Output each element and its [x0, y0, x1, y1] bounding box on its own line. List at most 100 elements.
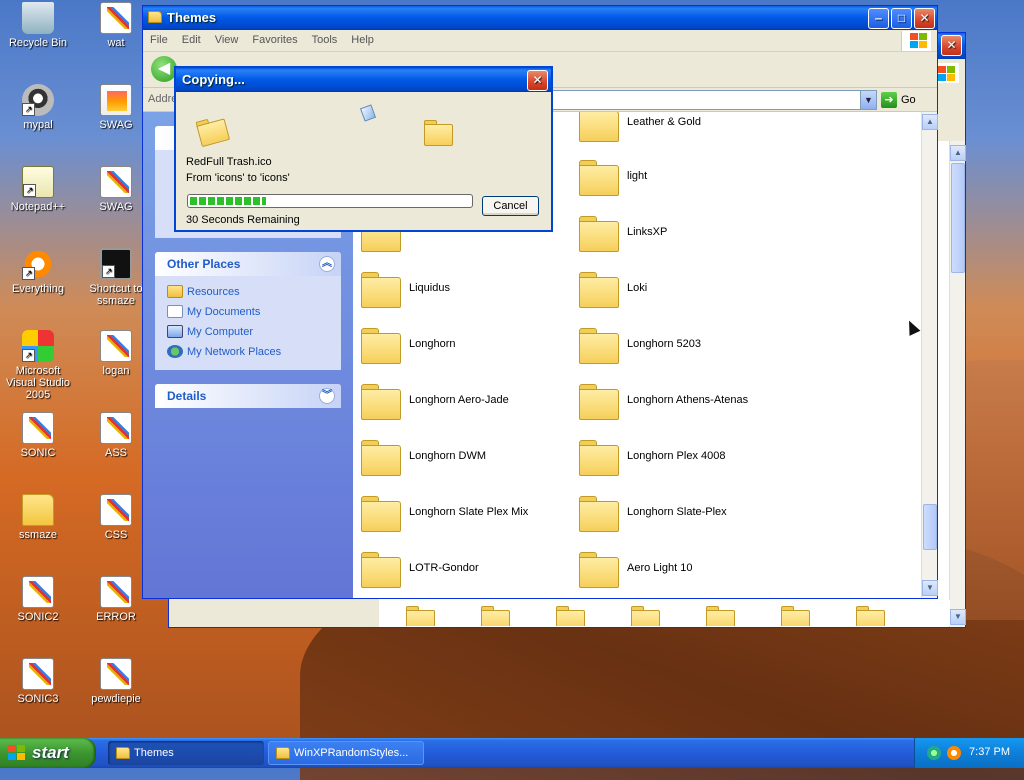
other-place-network[interactable]: My Network Places	[165, 342, 331, 362]
folder-icon[interactable]	[631, 606, 660, 626]
folder-icon[interactable]	[706, 606, 735, 626]
scroll-thumb[interactable]	[923, 504, 937, 550]
copying-dialog-titlebar[interactable]: Copying... ✕	[176, 68, 551, 92]
folder-item[interactable]: Aero Light 10	[571, 550, 771, 590]
expand-chevron-icon[interactable]: ︾	[319, 388, 335, 404]
cancel-button[interactable]: Cancel	[482, 196, 539, 216]
source-folder-icon	[195, 115, 228, 145]
desktop-icon-sonic[interactable]: SONIC	[0, 412, 76, 459]
folder-item[interactable]: Longhorn Slate Plex Mix	[353, 494, 553, 534]
folder-item[interactable]: Liquidus	[353, 270, 553, 310]
other-places-title: Other Places	[167, 257, 241, 271]
folder-icon[interactable]	[406, 606, 435, 626]
folder-item[interactable]: Longhorn Plex 4008	[571, 438, 771, 478]
scroll-up-icon[interactable]: ▲	[950, 145, 966, 161]
menu-tools[interactable]: Tools	[305, 30, 345, 50]
menu-bar: File Edit View Favorites Tools Help	[143, 30, 937, 52]
search-tray-icon[interactable]	[947, 746, 961, 760]
folder-item[interactable]: Longhorn 5203	[571, 326, 771, 366]
folder-icon	[167, 285, 183, 298]
folder-item[interactable]: Longhorn Slate-Plex	[571, 494, 771, 534]
taskbar-button-winxprandomstyles[interactable]: WinXPRandomStyles...	[268, 741, 424, 765]
notepad-icon	[22, 166, 54, 198]
other-places-header[interactable]: Other Places ︽	[155, 252, 341, 276]
other-places-list: Resources My Documents My Computer My Ne…	[155, 276, 341, 370]
start-button[interactable]: start	[0, 738, 96, 768]
dialog-close-button[interactable]: ✕	[527, 70, 548, 91]
scroll-down-icon[interactable]: ▼	[922, 580, 938, 596]
desktop-icon-notepad[interactable]: Notepad++	[0, 166, 76, 213]
minimize-button[interactable]: ‒	[868, 8, 889, 29]
other-place-resources[interactable]: Resources	[165, 282, 331, 302]
documents-icon	[167, 305, 183, 318]
background-folder-strip	[382, 600, 950, 626]
clock[interactable]: 7:37 PM	[969, 746, 1010, 758]
desktop-icon-recycle-bin[interactable]: Recycle Bin	[0, 2, 76, 49]
other-place-my-documents[interactable]: My Documents	[165, 302, 331, 322]
paint-file-icon	[22, 658, 54, 690]
folder-icon	[148, 11, 162, 23]
folder-item[interactable]: Longhorn Athens-Atenas	[571, 382, 771, 422]
go-button[interactable]: ➜ Go	[881, 91, 927, 109]
menu-file[interactable]: File	[143, 30, 175, 50]
folder-icon	[361, 496, 401, 532]
folder-item[interactable]: Leather & Gold	[571, 112, 771, 144]
scroll-thumb[interactable]	[951, 163, 965, 273]
maximize-button[interactable]: □	[891, 8, 912, 29]
mypal-icon	[22, 84, 54, 116]
folder-icon[interactable]	[781, 606, 810, 626]
copy-time-remaining: 30 Seconds Remaining	[186, 214, 300, 226]
desktop-icon-ssmaze-folder[interactable]: ssmaze	[0, 494, 76, 541]
close-button[interactable]: ✕	[914, 8, 935, 29]
folder-icon[interactable]	[481, 606, 510, 626]
everything-icon	[22, 248, 54, 280]
background-scrollbar[interactable]: ▲ ▼	[949, 141, 966, 627]
menu-help[interactable]: Help	[344, 30, 381, 50]
flying-document-icon	[359, 104, 377, 122]
folder-icon	[579, 328, 619, 364]
scroll-up-icon[interactable]: ▲	[922, 114, 938, 130]
network-tray-icon[interactable]	[927, 746, 941, 760]
menu-view[interactable]: View	[208, 30, 246, 50]
vertical-scrollbar[interactable]: ▲ ▼	[921, 112, 938, 598]
desktop-icon-everything[interactable]: Everything	[0, 248, 76, 295]
destination-folder-icon	[424, 120, 453, 146]
desktop-icon-visual-studio[interactable]: Microsoft Visual Studio 2005	[0, 330, 76, 401]
folder-icon[interactable]	[856, 606, 885, 626]
terminal-icon	[100, 248, 132, 280]
folder-icon	[361, 328, 401, 364]
folder-item[interactable]: LinksXP	[571, 214, 771, 254]
scroll-down-icon[interactable]: ▼	[950, 609, 966, 625]
desktop-icon-pewdiepie[interactable]: pewdiepie	[78, 658, 154, 705]
desktop-icon-sonic2[interactable]: SONIC2	[0, 576, 76, 623]
copying-dialog[interactable]: Copying... ✕ RedFull Trash.ico From 'ico…	[174, 66, 553, 232]
go-arrow-icon: ➜	[881, 92, 897, 109]
folder-icon	[579, 160, 619, 196]
other-place-my-computer[interactable]: My Computer	[165, 322, 331, 342]
paint-file-icon	[22, 412, 54, 444]
background-close-button[interactable]: ✕	[941, 35, 962, 56]
folder-item[interactable]: Longhorn DWM	[353, 438, 553, 478]
folder-icon	[361, 384, 401, 420]
network-icon	[167, 345, 183, 358]
desktop-icon-sonic3[interactable]: SONIC3	[0, 658, 76, 705]
folder-icon	[579, 552, 619, 588]
desktop-icon-mypal[interactable]: mypal	[0, 84, 76, 131]
folder-item[interactable]: light	[571, 158, 771, 198]
copy-file-name: RedFull Trash.ico	[186, 156, 272, 168]
collapse-chevron-icon[interactable]: ︽	[319, 256, 335, 272]
folder-item[interactable]: Longhorn	[353, 326, 553, 366]
folder-icon[interactable]	[556, 606, 585, 626]
folder-item[interactable]: Longhorn Aero-Jade	[353, 382, 553, 422]
chevron-down-icon[interactable]: ▼	[860, 91, 876, 109]
folder-item[interactable]: Loki	[571, 270, 771, 310]
menu-favorites[interactable]: Favorites	[245, 30, 304, 50]
folder-icon	[579, 440, 619, 476]
folder-icon	[276, 747, 290, 759]
details-header[interactable]: Details ︾	[155, 384, 341, 408]
copy-from-to: From 'icons' to 'icons'	[186, 172, 290, 184]
folder-item[interactable]: LOTR-Gondor	[353, 550, 553, 590]
themes-window-titlebar[interactable]: Themes ‒ □ ✕	[143, 6, 937, 30]
taskbar-button-themes[interactable]: Themes	[108, 741, 264, 765]
menu-edit[interactable]: Edit	[175, 30, 208, 50]
